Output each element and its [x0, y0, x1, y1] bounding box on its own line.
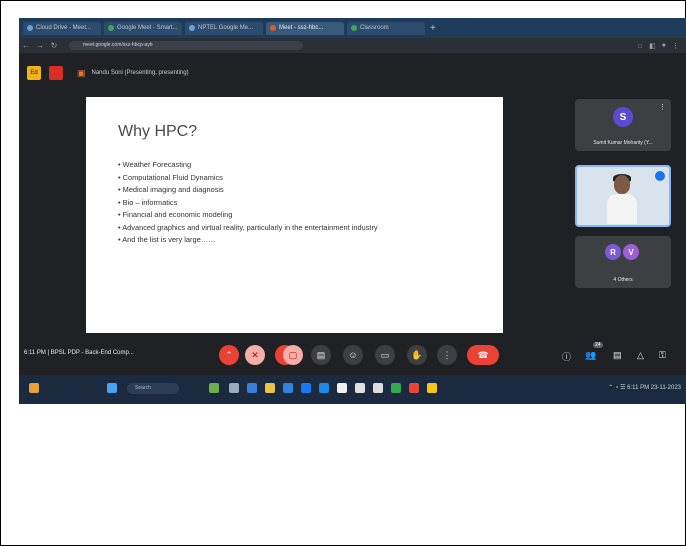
url-field[interactable]: meet.google.com/ssz-hbcp-ayb — [69, 41, 303, 50]
extensions-icon[interactable]: ◧ — [649, 42, 656, 50]
participant-tile[interactable]: ⋮ S Sumit Kumar Mohanty (Y... — [575, 99, 671, 151]
host-controls-icon[interactable]: ⚿ — [659, 350, 666, 361]
slide-bullet: Advanced graphics and virtual reality, p… — [118, 223, 478, 232]
avatar: V — [623, 244, 639, 260]
presentation-icon: ▣ — [77, 67, 86, 78]
taskbar-app-icon[interactable] — [209, 383, 219, 393]
slide-bullet: Financial and economic modeling — [118, 210, 478, 219]
tab-label: Cloud Drive - Meet... — [36, 25, 92, 31]
taskbar-app-icon[interactable] — [319, 383, 329, 393]
tab-label: Meet - ssz-hbc... — [279, 25, 324, 31]
browser-tab[interactable]: Google Meet - Smart... — [104, 21, 182, 35]
slide-bullet: And the list is very large…… — [118, 235, 478, 244]
edge-icon[interactable] — [283, 383, 293, 393]
participant-name: Sumit Kumar Mohanty (Y... — [593, 140, 653, 146]
tab-label: Classroom — [360, 25, 389, 31]
info-icon[interactable]: ⓘ — [562, 350, 571, 363]
tab-favicon-icon — [27, 25, 33, 31]
reload-icon[interactable]: ↻ — [47, 41, 61, 50]
browser-toolbar-icons: ☆ ◧ ● ⋮ — [637, 42, 686, 50]
star-icon[interactable]: ☆ — [637, 42, 643, 50]
participant-count-badge: 24 — [593, 342, 603, 348]
taskbar-app-icon[interactable] — [373, 383, 383, 393]
chrome-icon[interactable] — [391, 383, 401, 393]
tab-favicon-icon — [270, 25, 276, 31]
tab-favicon-icon — [351, 25, 357, 31]
participant-name: 4 Others — [613, 277, 633, 283]
emoji-button[interactable]: ☺ — [343, 345, 363, 365]
taskbar-app-icon[interactable] — [247, 383, 257, 393]
taskbar-app-icon[interactable] — [301, 383, 311, 393]
participant-tile-others[interactable]: R V 4 Others — [575, 236, 671, 288]
meeting-controls: 6:11 PM | BPSL PDP - Back-End Comp... ⌃ … — [19, 340, 686, 370]
start-icon[interactable] — [107, 383, 117, 393]
taskbar-app-icon[interactable] — [337, 383, 347, 393]
tab-label: Google Meet - Smart... — [117, 25, 178, 31]
tray-icons: ⌃ ◔ ☰ — [608, 385, 628, 391]
slide-bullet: Weather Forecasting — [118, 160, 478, 169]
slide-bullet: Medical imaging and diagnosis — [118, 185, 478, 194]
browser-tab-active[interactable]: Meet - ssz-hbc... — [266, 21, 344, 35]
presenting-label: Nandu Soni (Presenting, presenting) — [91, 70, 189, 76]
speaking-indicator-icon — [655, 171, 665, 181]
more-options-icon[interactable]: ⋮ — [659, 103, 666, 111]
widget-icon[interactable] — [29, 383, 39, 393]
menu-icon[interactable]: ⋮ — [672, 42, 679, 50]
mic-muted-icon[interactable]: ✕ — [245, 345, 265, 365]
more-options-button[interactable]: ⋮ — [437, 345, 457, 365]
tab-favicon-icon — [108, 25, 114, 31]
presented-slide: Why HPC? Weather Forecasting Computation… — [86, 97, 503, 333]
slide-bullet: Computational Fluid Dynamics — [118, 173, 478, 182]
profile-icon[interactable]: ● — [662, 42, 666, 50]
camera-off-icon[interactable]: ▢ — [283, 345, 303, 365]
captions-button[interactable]: ▤ — [311, 345, 331, 365]
forward-icon[interactable]: → — [33, 41, 47, 50]
screenshot: Cloud Drive - Meet... Google Meet - Smar… — [19, 18, 686, 404]
participant-video — [607, 174, 637, 224]
taskbar-app-icon[interactable] — [409, 383, 419, 393]
system-tray[interactable]: ⌃ ◔ ☰ 6:11 PM 23-11-2023 — [608, 384, 681, 391]
address-bar: ← → ↻ meet.google.com/ssz-hbcp-ayb ☆ ◧ ●… — [19, 38, 686, 53]
chat-icon[interactable]: ▤ — [613, 350, 622, 361]
slide-bullets: Weather Forecasting Computational Fluid … — [118, 160, 478, 247]
avatar: S — [613, 107, 633, 127]
taskbar-app-icon[interactable] — [229, 383, 239, 393]
back-icon[interactable]: ← — [19, 41, 33, 50]
taskbar-app-icon[interactable] — [427, 383, 437, 393]
new-tab-button[interactable]: + — [430, 23, 436, 34]
meeting-info: 6:11 PM | BPSL PDP - Back-End Comp... — [24, 350, 134, 356]
slide-bullet: Bio – informatics — [118, 198, 478, 207]
tab-favicon-icon — [189, 25, 195, 31]
avatar: R — [605, 244, 621, 260]
people-icon[interactable]: 👥 — [585, 350, 596, 361]
present-button[interactable]: ▭ — [375, 345, 395, 365]
os-taskbar: Search ⌃ ◔ ☰ 6:11 PM 23-11-2023 — [19, 375, 686, 404]
raise-hand-button[interactable]: ✋ — [407, 345, 427, 365]
browser-tab[interactable]: NPTEL Google Me... — [185, 21, 263, 35]
slide-title: Why HPC? — [118, 123, 198, 140]
leave-call-button[interactable]: ☎ — [467, 345, 499, 365]
browser-tab-bar: Cloud Drive - Meet... Google Meet - Smar… — [19, 18, 686, 38]
meeting-header: Ed ▣ Nandu Soni (Presenting, presenting) — [19, 60, 686, 86]
tab-label: NPTEL Google Me... — [198, 25, 254, 31]
taskbar-search[interactable]: Search — [127, 383, 179, 394]
participant-tile-video[interactable] — [575, 165, 671, 227]
tray-date: 23-11-2023 — [650, 385, 681, 391]
activities-icon[interactable]: △ — [637, 350, 644, 361]
record-badge[interactable] — [49, 66, 63, 80]
tray-time: 6:11 PM — [627, 385, 650, 391]
mic-off-button[interactable]: ⌃ — [219, 345, 239, 365]
app-badge[interactable]: Ed — [27, 66, 41, 80]
folder-icon[interactable] — [265, 383, 275, 393]
browser-tab[interactable]: Classroom — [347, 21, 425, 35]
taskbar-app-icon[interactable] — [355, 383, 365, 393]
browser-tab[interactable]: Cloud Drive - Meet... — [23, 21, 101, 35]
